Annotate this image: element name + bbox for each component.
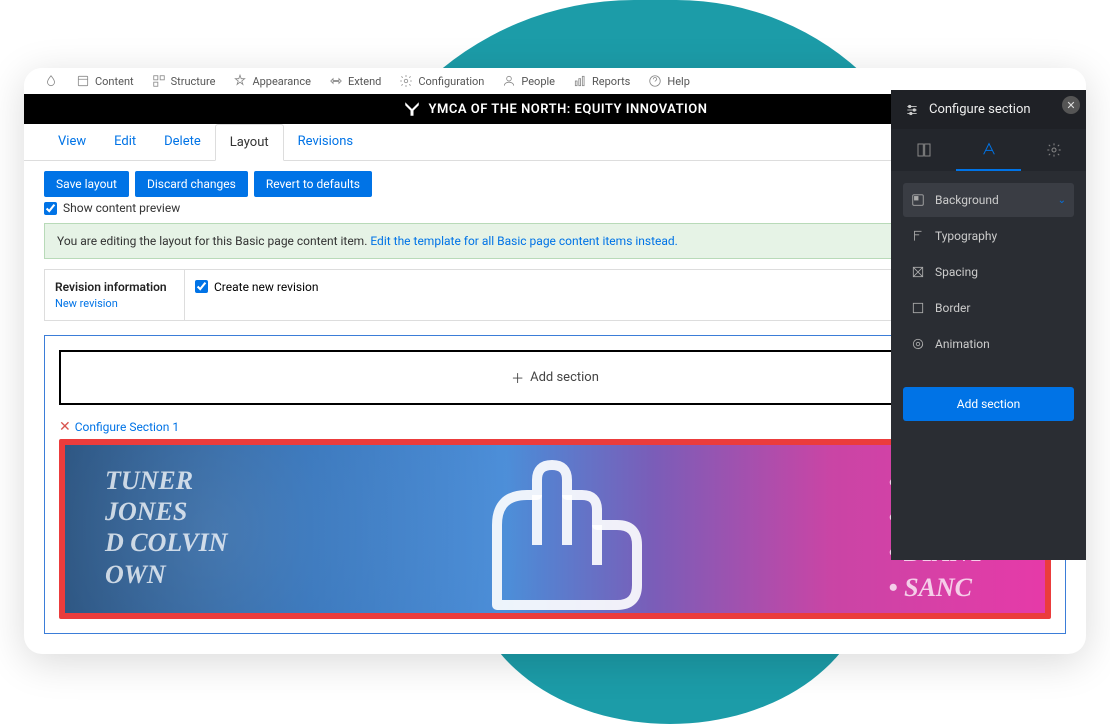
panel-title: Configure section bbox=[929, 102, 1031, 117]
prop-typography[interactable]: Typography bbox=[903, 219, 1074, 253]
background-icon bbox=[911, 193, 925, 207]
toolbar-reports[interactable]: Reports bbox=[573, 74, 630, 88]
notice-text: You are editing the layout for this Basi… bbox=[57, 234, 370, 248]
prop-spacing-label: Spacing bbox=[935, 265, 978, 279]
prop-typography-label: Typography bbox=[935, 229, 997, 243]
toolbar-help[interactable]: Help bbox=[648, 74, 690, 88]
create-revision-checkbox[interactable] bbox=[195, 280, 208, 293]
toolbar-content[interactable]: Content bbox=[76, 74, 134, 88]
typography-icon bbox=[911, 229, 925, 243]
toolbar-configuration[interactable]: Configuration bbox=[399, 74, 484, 88]
panel-tab-layout[interactable] bbox=[891, 129, 956, 171]
hero-fist-graphic bbox=[437, 455, 717, 615]
animation-icon bbox=[911, 337, 925, 351]
toolbar-extend[interactable]: Extend bbox=[329, 74, 381, 88]
tab-revisions[interactable]: Revisions bbox=[284, 124, 367, 160]
remove-section-icon[interactable]: ✕ bbox=[59, 419, 71, 435]
panel-tab-settings[interactable] bbox=[1021, 129, 1086, 171]
prop-background-label: Background bbox=[935, 193, 999, 207]
chevron-down-icon: ⌄ bbox=[1058, 195, 1066, 206]
site-title: YMCA OF THE NORTH: EQUITY INNOVATION bbox=[429, 102, 708, 117]
configure-panel: ✕ Configure section Background ⌄ Typogra… bbox=[891, 90, 1086, 560]
spacing-icon bbox=[911, 265, 925, 279]
panel-add-section-button[interactable]: Add section bbox=[903, 387, 1074, 421]
configure-section-label: Configure Section 1 bbox=[75, 420, 179, 434]
panel-header: Configure section bbox=[891, 90, 1086, 129]
tab-edit[interactable]: Edit bbox=[100, 124, 150, 160]
prop-background[interactable]: Background ⌄ bbox=[903, 183, 1074, 217]
show-preview-label: Show content preview bbox=[63, 201, 180, 215]
border-icon bbox=[911, 301, 925, 315]
prop-spacing[interactable]: Spacing bbox=[903, 255, 1074, 289]
revision-heading: Revision information bbox=[55, 280, 174, 294]
prop-animation-label: Animation bbox=[935, 337, 990, 351]
ymca-logo-icon bbox=[403, 100, 421, 118]
prop-animation[interactable]: Animation bbox=[903, 327, 1074, 361]
discard-changes-button[interactable]: Discard changes bbox=[135, 171, 248, 197]
prop-border[interactable]: Border bbox=[903, 291, 1074, 325]
add-section-label: Add section bbox=[530, 370, 599, 385]
show-preview-checkbox[interactable] bbox=[44, 202, 57, 215]
plus-icon: ＋ bbox=[511, 368, 524, 387]
panel-tab-styles[interactable] bbox=[956, 129, 1021, 171]
revert-defaults-button[interactable]: Revert to defaults bbox=[254, 171, 372, 197]
tab-delete[interactable]: Delete bbox=[150, 124, 215, 160]
drupal-icon[interactable] bbox=[44, 74, 58, 88]
panel-tabs bbox=[891, 129, 1086, 171]
hero-names-left: TUNER JONES D COLVIN OWN bbox=[105, 465, 228, 590]
notice-link[interactable]: Edit the template for all Basic page con… bbox=[370, 234, 678, 248]
tab-layout[interactable]: Layout bbox=[215, 124, 284, 161]
toolbar-appearance[interactable]: Appearance bbox=[233, 74, 311, 88]
sliders-icon bbox=[905, 103, 919, 117]
toolbar-people[interactable]: People bbox=[502, 74, 555, 88]
prop-border-label: Border bbox=[935, 301, 970, 315]
toolbar-structure[interactable]: Structure bbox=[152, 74, 216, 88]
panel-body: Background ⌄ Typography Spacing Border A… bbox=[891, 171, 1086, 375]
tab-view[interactable]: View bbox=[44, 124, 100, 160]
revision-tab[interactable]: Revision information New revision bbox=[45, 270, 185, 320]
revision-link[interactable]: New revision bbox=[55, 297, 118, 310]
panel-close-icon[interactable]: ✕ bbox=[1062, 96, 1080, 114]
create-revision-label: Create new revision bbox=[214, 280, 318, 294]
save-layout-button[interactable]: Save layout bbox=[44, 171, 129, 197]
